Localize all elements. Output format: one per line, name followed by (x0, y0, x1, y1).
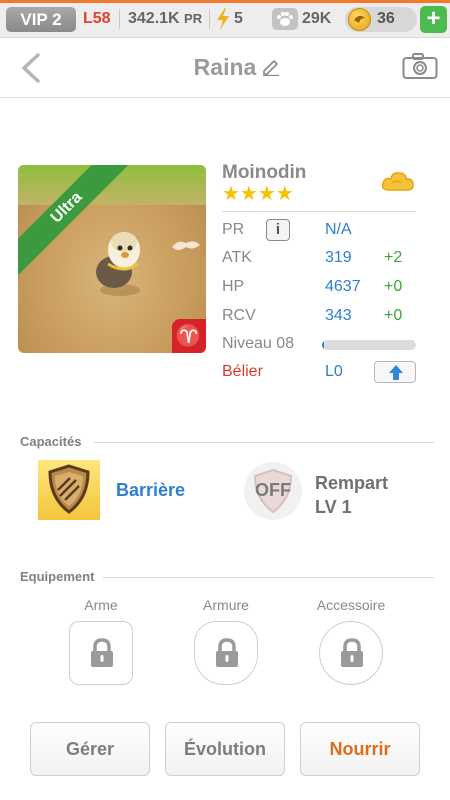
stat-label-rcv: RCV (222, 307, 256, 324)
evolution-button[interactable]: Évolution (165, 722, 285, 776)
section-divider (103, 577, 434, 578)
aries-icon: ♈ (172, 319, 206, 353)
armor-label: Armure (203, 597, 249, 613)
power-value: 342.1K (128, 10, 180, 27)
stat-row-pr: PR i N/A (222, 218, 422, 242)
zodiac-sign-level: L0 (325, 363, 343, 380)
zodiac-upgrade-button[interactable] (374, 361, 416, 383)
stat-bonus-rcv: +0 (384, 307, 403, 324)
bone-decoration (172, 241, 200, 250)
pr-info-button[interactable]: i (266, 219, 290, 241)
lock-icon (341, 638, 363, 667)
shield-icon (48, 464, 90, 514)
skill-name[interactable]: Barrière (116, 480, 185, 501)
stat-value-pr: N/A (325, 221, 352, 238)
stat-value-hp: 4637 (325, 278, 361, 295)
feed-button[interactable]: Nourrir (300, 722, 420, 776)
zodiac-sign-label: Bélier (222, 363, 263, 380)
divider (119, 9, 120, 29)
page-header: Raina (0, 38, 450, 98)
page-title: Raina (193, 54, 257, 80)
stat-label-hp: HP (222, 278, 245, 295)
monster-creature-icon (96, 232, 140, 296)
add-coins-button[interactable]: + (420, 6, 447, 33)
stat-label-atk: ATK (222, 249, 252, 266)
stat-row-hp: HP 4637 +0 (222, 275, 422, 299)
camera-icon[interactable] (402, 52, 438, 80)
coin-icon (348, 8, 371, 31)
stat-bonus-hp: +0 (384, 278, 403, 295)
weapon-slot[interactable] (69, 621, 133, 685)
vip-badge[interactable]: VIP 2 (6, 7, 76, 32)
divider (209, 9, 210, 29)
stat-row-atk: ATK 319 +2 (222, 246, 422, 270)
top-accent-line (0, 0, 450, 3)
star-rating: ★★★★ (222, 183, 294, 205)
section-divider (94, 442, 434, 443)
cloud-element-icon (381, 172, 414, 191)
leader-skill-name: Rempart LV 1 (315, 471, 388, 519)
monster-portrait[interactable]: Ultra ♈ (18, 165, 206, 353)
leader-skill-level: LV 1 (315, 497, 352, 517)
power-unit: PR (184, 11, 203, 26)
energy-count: 5 (234, 10, 243, 27)
stat-label-pr: PR (222, 221, 245, 238)
xp-progress-fill (322, 340, 324, 350)
weapon-label: Arme (84, 597, 118, 613)
lock-icon (91, 638, 113, 667)
abilities-section-title: Capacités (20, 434, 82, 449)
accessory-slot[interactable] (319, 621, 383, 685)
monster-name: Moinodin (222, 162, 307, 183)
level-label: Niveau 08 (222, 335, 295, 352)
stat-row-rcv: RCV 343 +0 (222, 304, 422, 328)
leader-skill-icon[interactable]: OFF (244, 462, 302, 520)
stat-bonus-atk: +2 (384, 249, 403, 266)
manage-button[interactable]: Gérer (30, 722, 150, 776)
player-level: L58 (83, 10, 111, 27)
resource-bar: VIP 2 L58 342.1K PR 5 29K 36 + (0, 0, 450, 38)
lightning-icon (217, 8, 229, 30)
xp-progress-bar (322, 340, 416, 350)
lock-icon (216, 638, 238, 667)
stat-row-level: Niveau 08 (222, 332, 422, 356)
paw-count: 29K (302, 10, 332, 27)
stat-value-rcv: 343 (325, 307, 352, 324)
paw-icon (272, 8, 298, 30)
coin-count: 36 (377, 10, 395, 27)
stat-row-sign: Bélier L0 (222, 360, 422, 384)
leader-off-label: OFF (255, 480, 291, 500)
arrow-up-icon (389, 365, 403, 380)
stats-divider (222, 211, 416, 212)
leader-skill-title: Rempart (315, 473, 389, 493)
pencil-icon[interactable] (261, 56, 281, 76)
accessory-label: Accessoire (316, 597, 386, 613)
equipment-section-title: Equipement (20, 569, 95, 584)
player-power: 342.1K PR (128, 9, 202, 29)
skill-icon[interactable] (38, 460, 100, 520)
stat-value-atk: 319 (325, 249, 352, 266)
armor-slot[interactable] (194, 621, 258, 685)
